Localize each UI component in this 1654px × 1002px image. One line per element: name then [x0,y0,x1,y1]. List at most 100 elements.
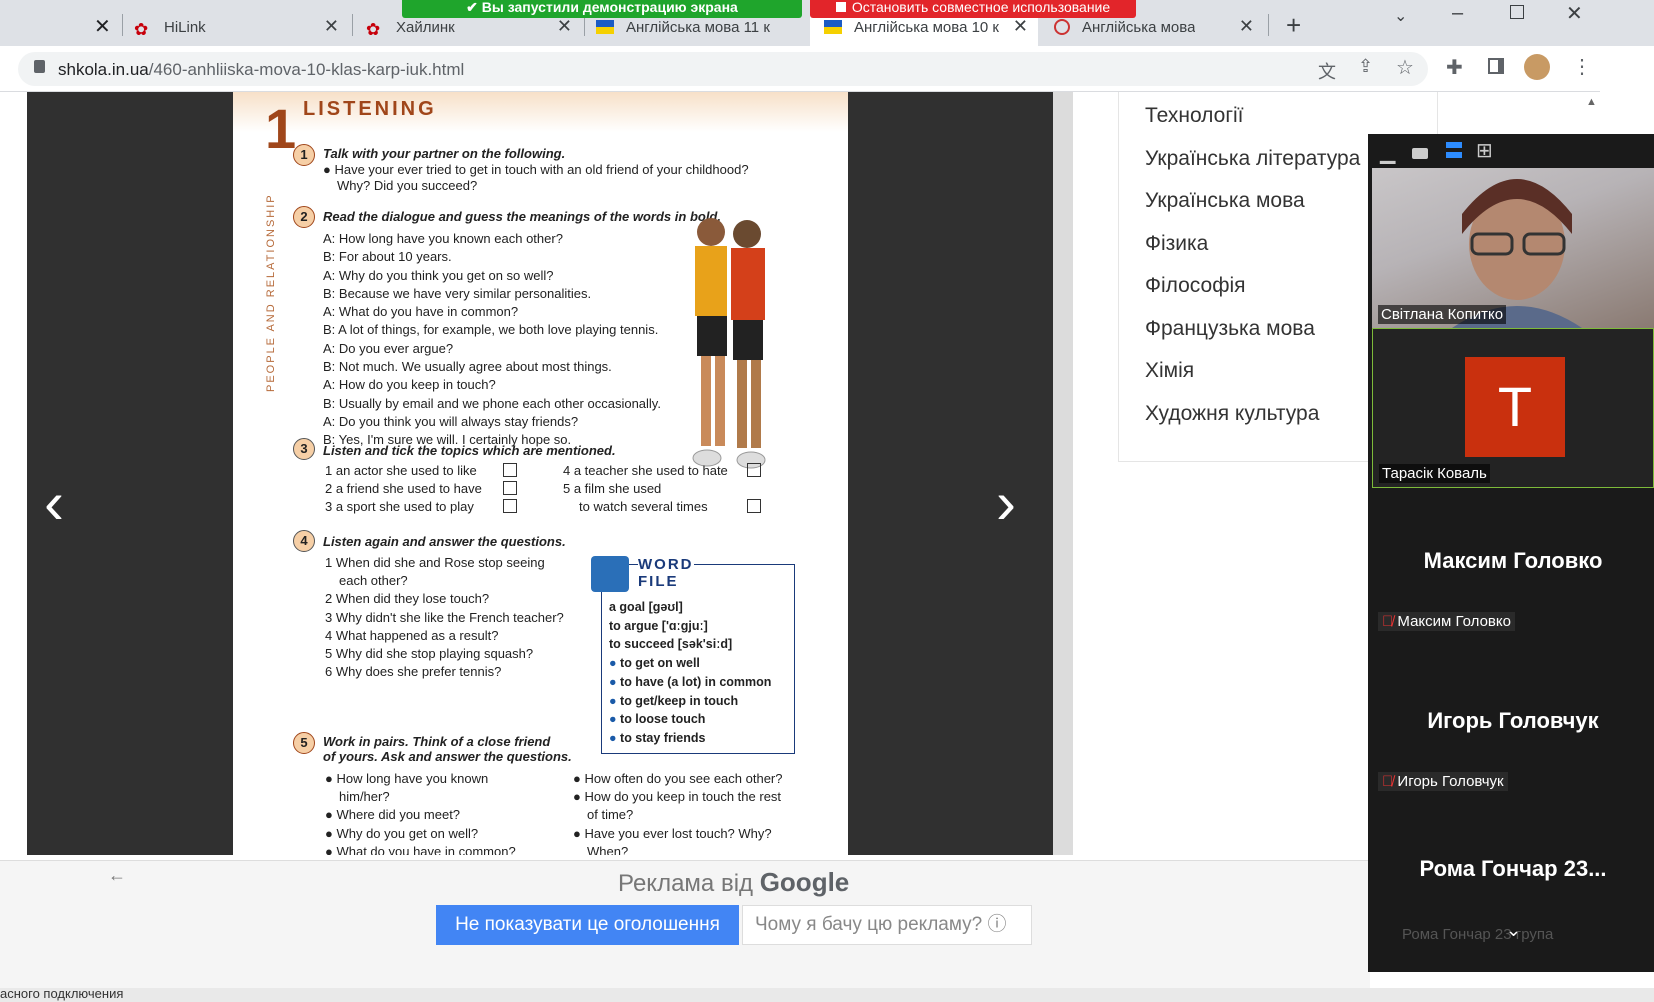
menu-item-chemistry[interactable]: Хімія [1145,359,1194,383]
topics-right: 4 a teacher she used to hate 5 a film sh… [563,463,728,514]
participant-name: 🎙̸ Игорь Головчук [1378,772,1508,791]
participant-big-name: Максим Головко [1423,548,1603,573]
chevron-down-icon[interactable]: ⌄ [1394,6,1407,26]
section-title: LISTENING [303,98,437,120]
questions: 1 When did she and Rose stop seeing each… [325,555,564,680]
ad-banner: ← Реклама від Google Не показувати це ог… [0,860,1370,988]
chevron-down-icon[interactable]: ⌄ [1506,920,1521,941]
menu-item-technology[interactable]: Технології [1145,104,1244,128]
info-icon: ⓘ [987,914,1007,935]
tab-label: Англійська мова 11 к [626,18,770,36]
tab-label: Англійська мова [1082,18,1196,36]
menu-item-ukrainian-language[interactable]: Українська мова [1145,189,1305,213]
exercise-title: Work in pairs. Think of a close friend [323,734,551,749]
topics-left: 1 an actor she used to like 2 a friend s… [325,463,482,514]
stop-share-button[interactable]: Остановить совместное использование [810,0,1136,18]
exercise-number: 5 [293,732,315,754]
stop-icon [835,2,846,12]
checkbox[interactable] [503,481,517,495]
tab-hilink[interactable]: ✿ HiLink ✕ [134,8,349,46]
next-page-arrow-icon[interactable]: › [996,468,1016,537]
close-icon[interactable]: ✕ [557,16,572,37]
exercise-title: Listen and tick the topics which are men… [323,443,616,458]
huawei-icon: ✿ [366,20,381,39]
checkbox[interactable] [503,463,517,477]
lock-icon[interactable] [34,60,45,73]
minimize-icon[interactable]: – [1452,2,1463,25]
side-label: PEOPLE AND RELATIONSHIP [265,193,277,392]
tab-label: Англійська мова 10 к [854,18,999,36]
checkbox[interactable] [503,499,517,513]
menu-item-ukrainian-literature[interactable]: Українська література [1145,147,1360,171]
tab-label: Хайлинк [396,18,455,36]
close-tab-icon[interactable]: ✕ [94,14,111,39]
participant-name: Тарасік Коваль [1379,464,1490,483]
mic-muted-icon: 🎙̸ [1382,613,1398,630]
address-bar[interactable]: shkola.in.ua/460-anhliiska-mova-10-klas-… [18,52,1428,86]
ukraine-flag-icon [596,20,614,34]
participant-name: Рома Гончар 23 група [1402,926,1554,943]
checkbox[interactable] [747,499,761,513]
unit-number: 1 [265,97,297,160]
menu-item-art-culture[interactable]: Художня культура [1145,402,1319,426]
participant-name: 🎙̸ Максим Головко [1378,612,1515,631]
close-icon[interactable]: ✕ [1013,16,1028,37]
ukraine-flag-icon [824,20,842,34]
minimize-icon[interactable]: ▁ [1380,140,1395,165]
back-arrow-icon[interactable]: ← [108,865,126,886]
url-text[interactable]: shkola.in.ua/460-anhliiska-mova-10-klas-… [58,60,464,80]
participant-name-tile[interactable]: Игорь Головчук 🎙̸ Игорь Головчук [1372,650,1654,810]
participant-big-name: Рома Гончар 23... [1419,856,1607,881]
browser-toolbar: shkola.in.ua/460-anhliiska-mova-10-klas-… [0,46,1600,92]
exercise-text: ● Have your ever tried to get in touch w… [323,162,749,177]
hide-ad-button[interactable]: Не показувати це оголошення [436,905,739,945]
close-window-icon[interactable]: ✕ [1566,1,1583,26]
bookmark-star-icon[interactable]: ☆ [1396,55,1414,80]
ex5-left-list: ● How long have you known him/her? ● Whe… [325,771,516,855]
zoom-participants-panel: ▁ ⊞ Світлана Копитко Т Тарасік Коваль Ма… [1368,134,1654,972]
why-ad-button[interactable]: Чому я бачу цю рекламу? ⓘ [742,905,1032,945]
share-icon[interactable]: ⇪ [1358,56,1373,77]
tab-label: HiLink [164,18,206,36]
prev-page-arrow-icon[interactable]: ‹ [44,468,64,537]
exercise-number: 4 [293,530,315,552]
side-panel-icon[interactable] [1488,58,1504,74]
huawei-icon: ✿ [134,20,149,39]
word-file-list: a goal [gəʊl] to argue ['ɑːgjuː] to succ… [609,600,772,745]
new-tab-icon[interactable]: + [1286,10,1301,41]
notebook-icon [591,556,629,592]
exercise-number: 2 [293,206,315,228]
extensions-icon[interactable]: ✚ [1446,55,1463,80]
participant-video-tile[interactable]: Світлана Копитко [1372,168,1654,328]
profile-avatar[interactable] [1524,54,1550,80]
screen-share-banner: ✔ Вы запустили демонстрацию экрана [402,0,802,18]
check-icon: ✔ [466,0,482,15]
status-bar: асного подключения [0,986,1654,1002]
exercise-title: of yours. Ask and answer the questions. [323,749,572,764]
site-icon [1054,19,1070,35]
dialogue: A: How long have you known each other? B… [323,231,661,448]
checkbox[interactable] [747,463,761,477]
thumbnail-view-icon[interactable] [1412,148,1428,159]
ex5-right-list: ● How often do you see each other? ● How… [573,771,783,855]
exercise-title: Talk with your partner on the following. [323,146,566,161]
gallery-view-icon[interactable]: ⊞ [1476,138,1493,163]
menu-item-philosophy[interactable]: Філософія [1145,274,1246,298]
viewer-scrollbar[interactable] [1053,92,1073,855]
speaker-view-icon[interactable] [1446,142,1462,158]
participant-name-tile[interactable]: Максим Головко 🎙̸ Максим Головко [1372,490,1654,650]
exercise-number: 1 [293,144,315,166]
maximize-icon[interactable] [1510,5,1524,19]
participant-avatar-tile[interactable]: Т Тарасік Коваль [1372,328,1654,488]
translate-icon[interactable]: 文 [1318,58,1336,84]
menu-item-french[interactable]: Французька мова [1145,317,1315,341]
participant-name-tile[interactable]: Рома Гончар 23... Рома Гончар 23 група ⌄ [1372,810,1654,970]
close-icon[interactable]: ✕ [324,16,339,37]
menu-item-physics[interactable]: Фізика [1145,232,1208,256]
book-page: 1 LISTENING PEOPLE AND RELATIONSHIP 1 Ta… [233,92,848,855]
scroll-up-icon[interactable]: ▲ [1586,96,1597,108]
word-file-title: FILE [638,573,679,590]
close-icon[interactable]: ✕ [1239,16,1254,37]
more-menu-icon[interactable]: ⋮ [1572,54,1592,79]
exercise-title: Listen again and answer the questions. [323,534,566,549]
